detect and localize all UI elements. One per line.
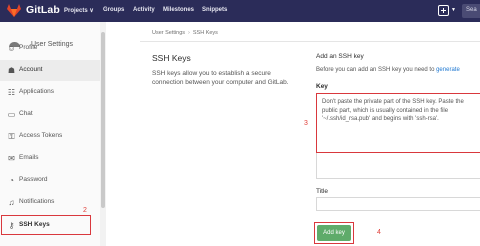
key-textarea[interactable]: Don't paste the private part of the SSH … [316, 93, 480, 153]
sidebar-item-label: Account [19, 66, 43, 73]
nav-groups[interactable]: Groups [103, 7, 124, 13]
page-title: SSH Keys [152, 53, 191, 63]
annotation-step-3: 3 [304, 120, 308, 127]
sidebar-item-label: Access Tokens [19, 132, 63, 139]
add-ssh-key-heading: Add an SSH key [316, 53, 364, 60]
breadcrumb-divider [140, 41, 480, 42]
sidebar-item-label: Notifications [19, 198, 55, 205]
password-icon: ◔ [9, 176, 14, 185]
sidebar-item-chat[interactable]: ▭ Chat [0, 104, 100, 125]
sidebar-item-emails[interactable]: ✉ Emails [0, 148, 100, 169]
title-label: Title [316, 188, 329, 195]
gitlab-logo-icon[interactable] [7, 4, 21, 17]
nav-milestones[interactable]: Milestones [163, 7, 194, 13]
key-label: Key [316, 83, 328, 90]
section-description: SSH keys allow you to establish a secure… [152, 70, 289, 86]
sidebar-item-access-tokens[interactable]: ⚿ Access Tokens [0, 126, 100, 147]
generate-key-link[interactable]: generate [436, 67, 460, 73]
brand-name[interactable]: GitLab [26, 4, 60, 16]
sidebar-scroll-thumb[interactable] [101, 32, 105, 208]
annotation-step-4: 4 [377, 229, 381, 236]
breadcrumb-separator: › [188, 30, 190, 36]
nav-projects[interactable]: Projects ∨ [64, 7, 94, 14]
add-key-note-text: Before you can add an SSH key you need t… [316, 67, 435, 73]
nav-activity[interactable]: Activity [133, 7, 155, 13]
sidebar-item-label: Password [19, 176, 48, 183]
access-tokens-icon: ⚿ [8, 132, 15, 141]
account-icon: ☗ [7, 66, 16, 75]
sidebar-item-label: Emails [19, 154, 39, 161]
sidebar-item-profile[interactable]: ☺ Profile [0, 38, 100, 59]
chevron-down-icon[interactable]: ▼ [451, 7, 456, 13]
sidebar-item-label: Profile [19, 44, 38, 51]
ssh-keys-highlight [1, 215, 91, 235]
sidebar-item-password[interactable]: ◔ Password [0, 170, 100, 191]
profile-icon: ☺ [7, 44, 16, 53]
email-icon: ✉ [8, 154, 15, 163]
sidebar-item-label: Chat [19, 110, 33, 117]
sidebar-item-label: Applications [19, 88, 55, 95]
nav-snippets[interactable]: Snippets [202, 7, 227, 13]
breadcrumb-ssh-keys[interactable]: SSH Keys [193, 30, 218, 36]
title-input[interactable] [316, 197, 480, 211]
search-placeholder: Sea [466, 7, 477, 13]
notifications-icon: ♫ [8, 198, 15, 207]
sidebar-item-account[interactable]: ☗ Account [0, 60, 100, 81]
add-key-note: Before you can add an SSH key you need t… [316, 67, 460, 73]
new-item-plus-icon[interactable] [438, 5, 449, 16]
annotation-step-2: 2 [83, 207, 87, 214]
sidebar-item-applications[interactable]: ☷ Applications [0, 82, 100, 103]
applications-icon: ☷ [7, 88, 16, 97]
chat-icon: ▭ [7, 110, 16, 119]
add-key-button[interactable]: Add key [317, 225, 351, 241]
breadcrumb: User Settings › SSH Keys [152, 30, 218, 36]
top-navbar: GitLab Projects ∨ Groups Activity Milest… [0, 0, 480, 22]
search-input[interactable]: Sea [462, 4, 480, 18]
breadcrumb-user-settings[interactable]: User Settings [152, 30, 185, 36]
